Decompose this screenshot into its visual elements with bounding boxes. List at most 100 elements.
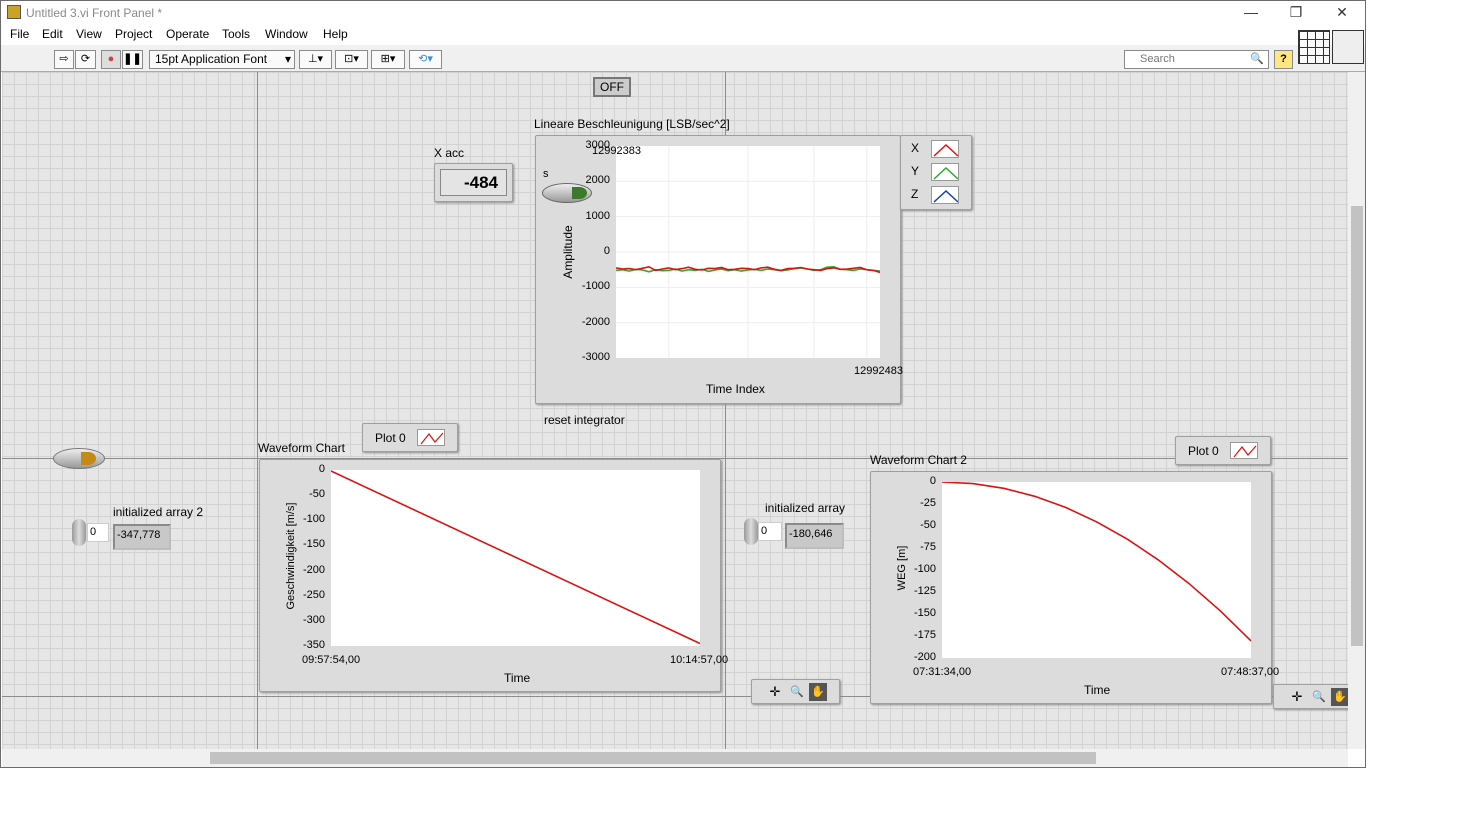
menu-edit[interactable]: Edit	[42, 27, 63, 41]
index-stepper[interactable]	[72, 519, 86, 546]
graph-palette: ✛ 🔍 ✋	[1273, 684, 1348, 709]
legend-label: X	[911, 141, 920, 156]
chart-title: Lineare Beschleunigung [LSB/sec^2]	[534, 117, 730, 131]
array-index[interactable]: 0	[758, 522, 782, 541]
horizontal-scrollbar[interactable]	[2, 749, 1348, 767]
array-label: initialized array	[765, 501, 846, 515]
zoom-tool-button[interactable]: 🔍	[1310, 688, 1328, 706]
y-tick: 0	[929, 475, 936, 487]
menu-window[interactable]: Window	[265, 27, 308, 41]
reorder-button[interactable]: ⟲▾	[409, 50, 442, 69]
distribute-objects-button[interactable]: ⊡▾	[335, 50, 368, 69]
x-axis-label: Time Index	[706, 382, 765, 396]
title-bar: Untitled 3.vi Front Panel * — ❐ ✕	[1, 1, 1365, 23]
x-acc-label: X acc	[434, 146, 465, 160]
abort-button[interactable]: ●	[101, 50, 121, 69]
x-acc-indicator: -484	[434, 163, 513, 202]
x-tick: 10:14:57,00	[670, 654, 729, 666]
chart-title: Waveform Chart 2	[870, 453, 967, 467]
align-objects-button[interactable]: ⊥▾	[299, 50, 332, 69]
y-tick: -50	[920, 519, 936, 531]
s-switch[interactable]	[542, 183, 592, 203]
window-title: Untitled 3.vi Front Panel *	[26, 6, 163, 20]
font-dropdown[interactable]: 15pt Application Font ▾	[149, 50, 295, 69]
legend-item-y[interactable]: Y	[911, 163, 959, 181]
restore-button[interactable]: ❐	[1281, 4, 1311, 22]
run-continuously-button[interactable]: ⟳	[75, 50, 96, 69]
plot-svg	[330, 470, 701, 645]
pan-tool-button[interactable]: ✋	[1331, 688, 1348, 706]
y-axis-label: WEG [m]	[896, 545, 908, 591]
menu-tools[interactable]: Tools	[222, 27, 250, 41]
labview-app-icon	[7, 5, 21, 19]
plot-style-swatch	[417, 429, 445, 446]
chart-title: Waveform Chart	[258, 441, 345, 455]
vertical-scrollbar[interactable]	[1348, 72, 1365, 749]
legend-item-x[interactable]: X	[911, 140, 959, 158]
zoom-tool-button[interactable]: 🔍	[788, 683, 806, 701]
connector-pane-icon[interactable]	[1298, 30, 1330, 64]
y-tick: -2000	[581, 315, 610, 328]
boolean-led[interactable]	[53, 448, 105, 469]
search-input[interactable]: Search 🔍	[1124, 50, 1269, 69]
array-element-value: -347,778	[113, 524, 171, 550]
reset-integrator-label: reset integrator	[544, 413, 625, 427]
index-stepper[interactable]	[744, 518, 758, 545]
vi-icon[interactable]	[1332, 30, 1364, 64]
plot-style-swatch	[931, 140, 959, 158]
menu-view[interactable]: View	[76, 27, 102, 41]
resize-objects-button[interactable]: ⊞▾	[371, 50, 405, 69]
graph-palette: ✛ 🔍 ✋	[751, 679, 840, 704]
plot-style-swatch	[931, 186, 959, 204]
y-tick: -175	[913, 629, 936, 641]
cursor-tool-button[interactable]: ✛	[1288, 688, 1306, 706]
series-line-plot-0	[330, 470, 701, 645]
switch-label: s	[543, 168, 549, 180]
led-indicator	[572, 187, 587, 199]
legend-label: Plot 0	[375, 431, 406, 445]
x-tick: 12992483	[854, 365, 903, 377]
x-tick: 09:57:54,00	[302, 654, 361, 666]
menu-operate[interactable]: Operate	[166, 27, 209, 41]
y-tick: -150	[913, 607, 936, 619]
plot-legend[interactable]: Plot 0	[1175, 436, 1271, 465]
x-tick: 07:31:34,00	[913, 666, 972, 678]
legend-item-z[interactable]: Z	[911, 186, 959, 204]
scroll-thumb[interactable]	[210, 752, 1096, 764]
legend-label: Plot 0	[1188, 444, 1219, 458]
plot-area[interactable]	[615, 146, 881, 358]
y-tick: -3000	[581, 351, 610, 363]
y-tick: -200	[913, 651, 936, 663]
context-help-button[interactable]: ?	[1274, 50, 1293, 69]
array-element-value: -180,646	[785, 523, 844, 549]
front-panel-window: Untitled 3.vi Front Panel * — ❐ ✕ File E…	[0, 0, 1366, 768]
array-index[interactable]: 0	[87, 523, 109, 542]
pan-tool-button[interactable]: ✋	[809, 683, 827, 701]
scroll-thumb[interactable]	[1351, 206, 1363, 646]
menu-project[interactable]: Project	[115, 27, 152, 41]
y-axis-label: Geschwindigkeit [m/s]	[285, 502, 297, 610]
y-axis-label: Amplitude	[561, 225, 575, 279]
velocity-chart: 0 -50 -100 -150 -200 -250 -300 -350 09:57:54,00…	[259, 459, 728, 692]
acceleration-chart: 3000 2000 1000 0 -1000 -2000 -3000 12992383 12…	[535, 135, 903, 404]
initialize-toggle-button[interactable]: OFF	[593, 77, 631, 97]
plot-legend[interactable]: Plot 0	[362, 423, 458, 452]
plot-area[interactable]	[941, 481, 1252, 658]
menu-bar: File Edit View Project Operate Tools Win…	[1, 23, 1365, 45]
plot-area[interactable]	[330, 470, 701, 646]
run-button[interactable]: ⇨	[54, 50, 74, 69]
y-tick: -1000	[581, 280, 610, 293]
search-placeholder: Search	[1140, 53, 1175, 65]
minimize-button[interactable]: —	[1236, 4, 1266, 22]
x-tick: 07:48:37,00	[1221, 666, 1280, 678]
led-light	[81, 452, 96, 465]
pause-button[interactable]: ❚❚	[122, 50, 143, 69]
cursor-tool-button[interactable]: ✛	[766, 683, 784, 701]
x-acc-value: -484	[440, 169, 507, 196]
legend-label: Z	[911, 187, 919, 202]
close-button[interactable]: ✕	[1327, 4, 1357, 22]
menu-file[interactable]: File	[10, 27, 29, 41]
array-2-label: initialized array 2	[113, 505, 204, 519]
x-axis-label: Time	[504, 671, 531, 685]
menu-help[interactable]: Help	[323, 27, 348, 41]
